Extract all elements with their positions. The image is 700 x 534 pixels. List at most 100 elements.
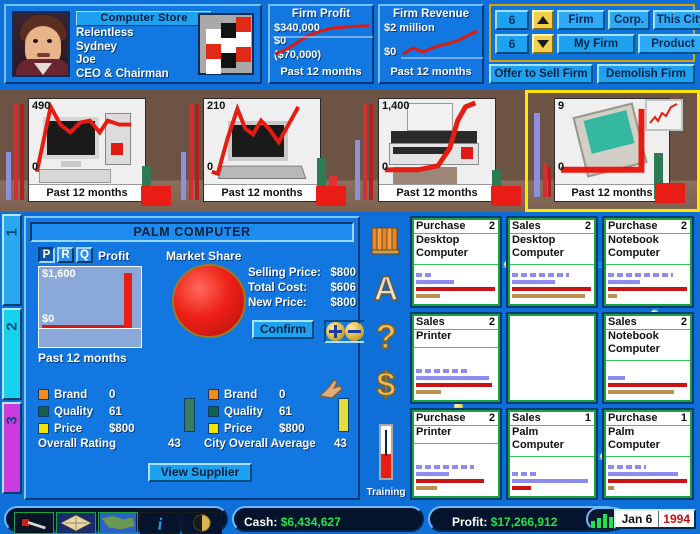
firm-profit-panel[interactable]: Firm Profit $340,000 $0 ($70,000) Past 1… (268, 4, 374, 84)
firm-profit-footer: Past 12 months (280, 66, 362, 78)
profit-label: Profit: (452, 515, 488, 529)
operations-card-grid: Purchase 2 Desktop Computer Sales 2 Deskto… (410, 216, 698, 500)
tab-firm[interactable]: Firm (557, 10, 605, 30)
shelf-slot-printer[interactable]: 1,400 0 Past 12 months (350, 90, 525, 212)
shelf-slot-notebook-computer[interactable]: 210 0 Past 12 months (175, 90, 350, 212)
books-icon[interactable] (364, 222, 408, 263)
dollar-sign-icon[interactable]: $ (364, 364, 408, 409)
card-type: Sales (512, 412, 541, 424)
map-grid-icon[interactable] (56, 512, 96, 534)
firm-profit-graph: $340,000 $0 ($70,000) (273, 22, 373, 66)
thermometer-icon[interactable] (364, 424, 408, 480)
card-sales-notebook[interactable]: Sales 2 Notebook Computer (602, 312, 694, 404)
cash-display: Cash: $6,434,627 (244, 513, 341, 533)
card-count: 2 (680, 316, 687, 328)
card-empty-slot[interactable] (506, 312, 598, 404)
date-year: 1994 (663, 512, 690, 526)
total-cost-label: Total Cost: (248, 282, 308, 294)
shelf-thumbnail[interactable]: 210 0 Past 12 months (203, 98, 321, 202)
shelf-thumbnail[interactable]: 1,400 0 Past 12 months (378, 98, 496, 202)
shelf-decor-bars (4, 100, 26, 200)
quality-value: 61 (279, 405, 292, 418)
vtab-3-label: 3 (3, 416, 21, 425)
card-product-name: Notebook Computer (608, 330, 660, 355)
card-type: Purchase (416, 220, 466, 232)
company-name-bar[interactable]: Computer Store (76, 11, 212, 26)
profit-chart[interactable]: $1,600 $0 (38, 266, 142, 348)
shelf-value: 490 (32, 100, 51, 112)
card-sales-desktop[interactable]: Sales 2 Desktop Computer (506, 216, 598, 308)
selling-price-label: Selling Price: (248, 267, 321, 279)
prq-button-p[interactable]: P (38, 247, 55, 263)
minus-icon[interactable] (345, 322, 364, 341)
card-type: Purchase (608, 412, 658, 424)
ratings-city: Brand 0 Quality 61 Price $800 (208, 386, 358, 437)
up-arrow-icon[interactable] (532, 10, 554, 30)
tab-this-city[interactable]: This City (653, 10, 700, 30)
hammer-icon[interactable] (14, 512, 54, 534)
shelf-zero: 0 (207, 161, 214, 173)
brand-swatch (208, 389, 219, 400)
shelf-thumbnail[interactable]: 9 0 Past 12 months (554, 98, 670, 202)
product-shelf-strip: 490 0 Past 12 months 210 0 Past 12 month… (0, 90, 700, 212)
firm-profit-title: Firm Profit (291, 8, 351, 20)
down-arrow-icon[interactable] (532, 34, 554, 54)
shelf-thumbnail[interactable]: 490 0 Past 12 months (28, 98, 146, 202)
tab-corp[interactable]: Corp. (608, 10, 650, 30)
view-controls-panel: 6 Firm Corp. This City 6 My Firm Product (489, 4, 700, 62)
tab-my-firm[interactable]: My Firm (557, 34, 635, 54)
world-map-icon[interactable] (98, 512, 138, 534)
date-display[interactable]: Jan 6 1994 (613, 509, 696, 529)
level-value-bottom[interactable]: 6 (495, 34, 529, 54)
letter-a-icon[interactable]: A (364, 268, 408, 313)
card-purchase-printer[interactable]: Purchase 2 Printer (410, 408, 502, 500)
shelf-zero: 0 (382, 161, 389, 173)
game-screen: Computer Store Relentless Sydney Joe CEO… (0, 0, 700, 534)
market-share-indicator (172, 264, 246, 338)
card-bars (608, 376, 687, 397)
question-mark-icon[interactable]: ? (364, 316, 408, 361)
firm-revenue-panel[interactable]: Firm Revenue $2 million $0 Past 12 month… (378, 4, 484, 84)
shelf-decor-bars (179, 100, 201, 200)
card-count: 2 (680, 220, 687, 232)
info-icon[interactable]: i (140, 512, 180, 534)
clock-icon[interactable] (182, 512, 222, 534)
card-bars (608, 273, 687, 301)
page-title: PALM COMPUTER (30, 222, 354, 242)
card-count: 2 (488, 316, 495, 328)
offer-to-sell-firm-button[interactable]: Offer to Sell Firm (489, 64, 593, 84)
shelf-slot-desktop-computer[interactable]: 490 0 Past 12 months (0, 90, 175, 212)
vtab-2[interactable]: 2 (2, 308, 22, 400)
card-sales-printer[interactable]: Sales 2 Printer (410, 312, 502, 404)
card-sales-palm[interactable]: Sales 1 Palm Computer (506, 408, 598, 500)
price-swatch (38, 423, 49, 434)
firm-action-buttons: Offer to Sell Firm Demolish Firm (489, 64, 695, 84)
profit-label: Profit (98, 249, 130, 263)
prq-button-r[interactable]: R (57, 247, 74, 263)
shelf-slot-palm-computer[interactable]: 9 0 Past 12 months (525, 90, 700, 212)
vtab-3[interactable]: 3 (2, 402, 22, 494)
vtab-1[interactable]: 1 (2, 214, 22, 306)
profit-chart-footer: Past 12 months (38, 351, 127, 365)
svg-text:A: A (374, 270, 399, 308)
plus-icon[interactable] (326, 322, 345, 341)
date-month: Jan 6 (616, 511, 660, 527)
company-line-1: Sydney (76, 40, 117, 53)
confirm-button[interactable]: Confirm (252, 320, 314, 339)
card-purchase-notebook[interactable]: Purchase 2 Notebook Computer (602, 216, 694, 308)
card-product-name: Printer (416, 426, 452, 438)
prq-button-q[interactable]: Q (76, 247, 93, 263)
view-supplier-button[interactable]: View Supplier (148, 463, 252, 482)
shelf-decor-bars (354, 100, 376, 200)
card-bars (608, 465, 687, 493)
level-value-top[interactable]: 6 (495, 10, 529, 30)
svg-text:?: ? (376, 318, 397, 356)
card-product-name: Desktop Computer (416, 234, 468, 259)
tab-product[interactable]: Product (638, 34, 700, 54)
market-share-label: Market Share (166, 249, 242, 263)
brand-label: Brand (54, 388, 88, 401)
card-purchase-desktop[interactable]: Purchase 2 Desktop Computer (410, 216, 502, 308)
card-purchase-palm[interactable]: Purchase 1 Palm Computer (602, 408, 694, 500)
demolish-firm-button[interactable]: Demolish Firm (597, 64, 695, 84)
card-product-name: Printer (416, 330, 452, 342)
